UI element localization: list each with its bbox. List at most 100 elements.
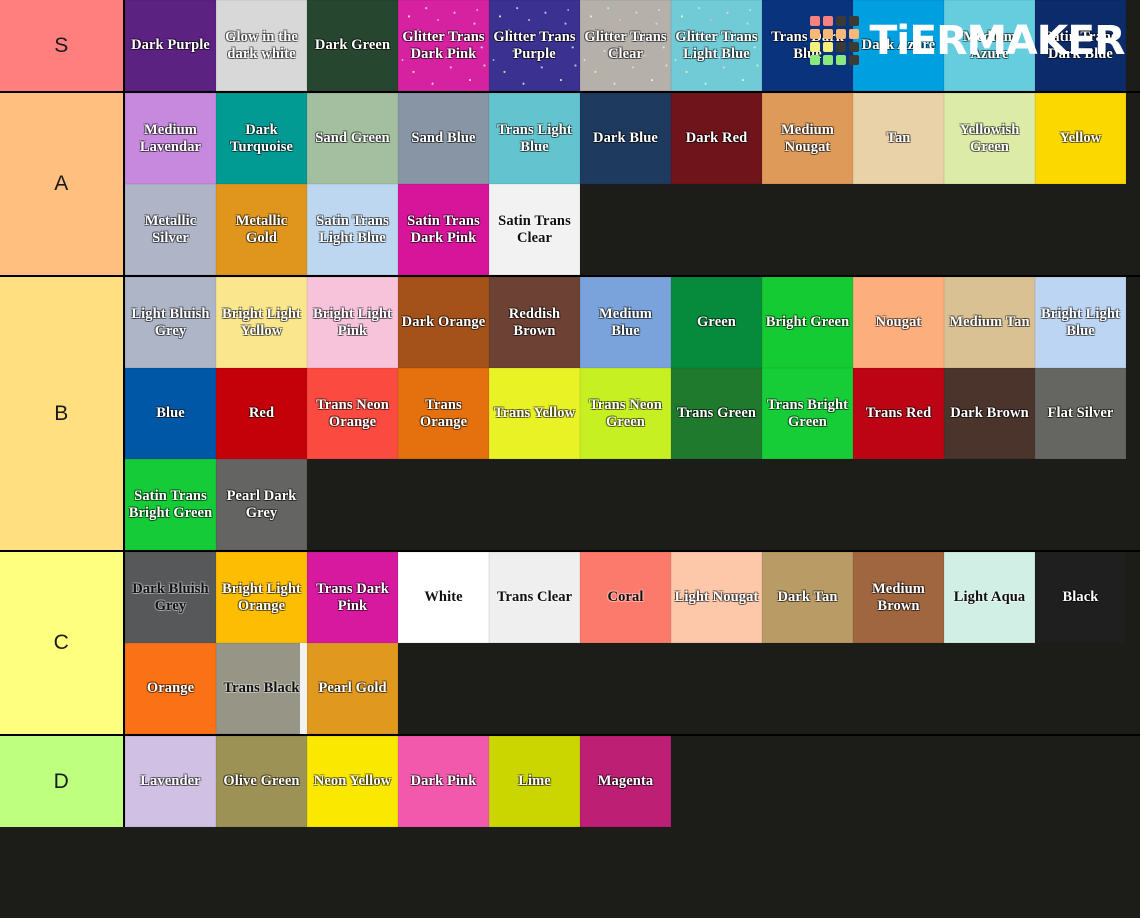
tier-item[interactable]: Pearl Gold — [307, 643, 398, 734]
tier-item-label: Trans Clear — [496, 589, 573, 606]
tier-label-d[interactable]: D — [0, 736, 125, 827]
tier-item[interactable]: Neon Yellow — [307, 736, 398, 827]
tier-item[interactable]: Trans Dark Blue — [762, 0, 853, 91]
tier-item[interactable]: Dark Red — [671, 93, 762, 184]
tier-item-label: Red — [248, 405, 275, 422]
tier-item[interactable]: Lime — [489, 736, 580, 827]
tier-item-label: Yellowish Green — [959, 121, 1020, 155]
tier-item[interactable]: Glow in the dark white — [216, 0, 307, 91]
tier-item[interactable]: Yellow — [1035, 93, 1126, 184]
tier-item[interactable]: Medium Blue — [580, 277, 671, 368]
tier-item[interactable]: Trans Green — [671, 368, 762, 459]
tier-label-c[interactable]: C — [0, 552, 125, 734]
tier-row-b: B Light Bluish Grey Bright Light Yellow Bri… — [0, 277, 1140, 552]
tier-label-b[interactable]: B — [0, 277, 125, 550]
tier-item[interactable]: Red — [216, 368, 307, 459]
tier-item[interactable]: Magenta — [580, 736, 671, 827]
tier-item[interactable]: Lavender — [125, 736, 216, 827]
tier-item[interactable]: Light Aqua — [944, 552, 1035, 643]
tier-item[interactable]: Dark Bluish Grey — [125, 552, 216, 643]
tier-item[interactable]: Dark Orange — [398, 277, 489, 368]
tier-item[interactable]: Satin Trans Clear — [489, 184, 580, 275]
tier-item-label: Trans Yellow — [493, 405, 576, 422]
tier-item[interactable]: Glitter Trans Light Blue — [671, 0, 762, 91]
tier-item-label: Dark Bluish Grey — [132, 580, 209, 614]
tier-item-label: Pearl Dark Grey — [226, 487, 297, 521]
tier-item-label: Satin Trans Dark Pink — [407, 212, 480, 246]
tier-body-c[interactable]: Dark Bluish Grey Bright Light Orange Trans… — [125, 552, 1140, 734]
tier-item[interactable]: Satin Trans Light Blue — [307, 184, 398, 275]
tier-item[interactable]: Glitter Trans Purple — [489, 0, 580, 91]
tier-item[interactable]: Trans Bright Green — [762, 368, 853, 459]
tier-item[interactable]: Blue — [125, 368, 216, 459]
tier-item[interactable]: Trans Neon Orange — [307, 368, 398, 459]
tier-label-a[interactable]: A — [0, 93, 125, 275]
tier-item[interactable]: Dark Brown — [944, 368, 1035, 459]
tier-label-s[interactable]: S — [0, 0, 125, 91]
tier-item[interactable]: Bright Light Pink — [307, 277, 398, 368]
tier-item-label: Bright Light Yellow — [222, 305, 301, 339]
tier-item[interactable]: Glitter Trans Dark Pink — [398, 0, 489, 91]
tier-item[interactable]: Dark Purple — [125, 0, 216, 91]
tier-body-b[interactable]: Light Bluish Grey Bright Light Yellow Brig… — [125, 277, 1140, 550]
tier-item[interactable]: Dark Blue — [580, 93, 671, 184]
tier-item[interactable]: Nougat — [853, 277, 944, 368]
tier-item[interactable]: Black — [1035, 552, 1126, 643]
tier-item[interactable]: Coral — [580, 552, 671, 643]
tier-item[interactable]: Metallic Silver — [125, 184, 216, 275]
tier-item[interactable]: Sand Green — [307, 93, 398, 184]
tier-item[interactable]: Dark Azure — [853, 0, 944, 91]
tier-item-label: Lavender — [140, 773, 201, 790]
tier-item[interactable]: Light Nougat — [671, 552, 762, 643]
tier-item-label: Medium Azure — [963, 28, 1016, 62]
tier-item[interactable]: Trans Dark Pink — [307, 552, 398, 643]
tier-item[interactable]: Trans Yellow — [489, 368, 580, 459]
tier-item[interactable]: Bright Green — [762, 277, 853, 368]
tier-item[interactable]: Green — [671, 277, 762, 368]
tier-row-s: S Dark Purple Glow in the dark white Dark G… — [0, 0, 1140, 93]
tier-item[interactable]: Sand Blue — [398, 93, 489, 184]
tier-item[interactable]: Tan — [853, 93, 944, 184]
tier-item[interactable]: White — [398, 552, 489, 643]
tier-item[interactable]: Orange — [125, 643, 216, 734]
tier-item[interactable]: Medium Azure — [944, 0, 1035, 91]
tier-item[interactable]: Satin Trans Dark Pink — [398, 184, 489, 275]
tier-item[interactable]: Bright Light Blue — [1035, 277, 1126, 368]
tier-item-label: Dark Green — [314, 37, 391, 54]
tier-body-d[interactable]: Lavender Olive Green Neon Yellow Dark Pink L… — [125, 736, 1140, 827]
tier-item[interactable]: Medium Nougat — [762, 93, 853, 184]
tier-item[interactable]: Metallic Gold — [216, 184, 307, 275]
tier-item-label: Coral — [607, 589, 644, 606]
tier-item-label: Glow in the dark white — [225, 28, 298, 62]
tier-item[interactable]: Trans Neon Green — [580, 368, 671, 459]
tier-item-label: Bright Light Pink — [313, 305, 392, 339]
tier-item[interactable]: Reddish Brown — [489, 277, 580, 368]
tier-item-label: Sand Green — [315, 130, 390, 147]
tier-item[interactable]: Pearl Dark Grey — [216, 459, 307, 550]
tier-item[interactable]: Dark Tan — [762, 552, 853, 643]
tier-item[interactable]: Dark Green — [307, 0, 398, 91]
tier-item[interactable]: Trans Light Blue — [489, 93, 580, 184]
tier-item[interactable]: Medium Tan — [944, 277, 1035, 368]
tier-item[interactable]: Olive Green — [216, 736, 307, 827]
tier-item[interactable]: Trans Clear — [489, 552, 580, 643]
tier-item[interactable]: Trans Orange — [398, 368, 489, 459]
tier-item[interactable]: Light Bluish Grey — [125, 277, 216, 368]
tier-item[interactable]: Satin Trans Bright Green — [125, 459, 216, 550]
tier-item[interactable]: Glitter Trans Clear — [580, 0, 671, 91]
tier-item[interactable]: Bright Light Yellow — [216, 277, 307, 368]
tier-item[interactable]: Satin Trans Dark Blue — [1035, 0, 1126, 91]
tier-item[interactable]: Medium Brown — [853, 552, 944, 643]
tier-item-label: Trans Green — [676, 405, 757, 422]
tier-body-a[interactable]: Medium Lavendar Dark Turquoise Sand Green S… — [125, 93, 1140, 275]
tier-item[interactable]: Yellowish Green — [944, 93, 1035, 184]
tier-item[interactable]: Medium Lavendar — [125, 93, 216, 184]
tier-body-s[interactable]: Dark Purple Glow in the dark white Dark Gr… — [125, 0, 1140, 91]
tier-item[interactable]: Trans Black — [216, 643, 307, 734]
tier-item[interactable]: Dark Pink — [398, 736, 489, 827]
tier-item[interactable]: Flat Silver — [1035, 368, 1126, 459]
tier-item[interactable]: Trans Red — [853, 368, 944, 459]
tier-item[interactable]: Dark Turquoise — [216, 93, 307, 184]
tier-item-label: Metallic Silver — [144, 212, 197, 246]
tier-item[interactable]: Bright Light Orange — [216, 552, 307, 643]
